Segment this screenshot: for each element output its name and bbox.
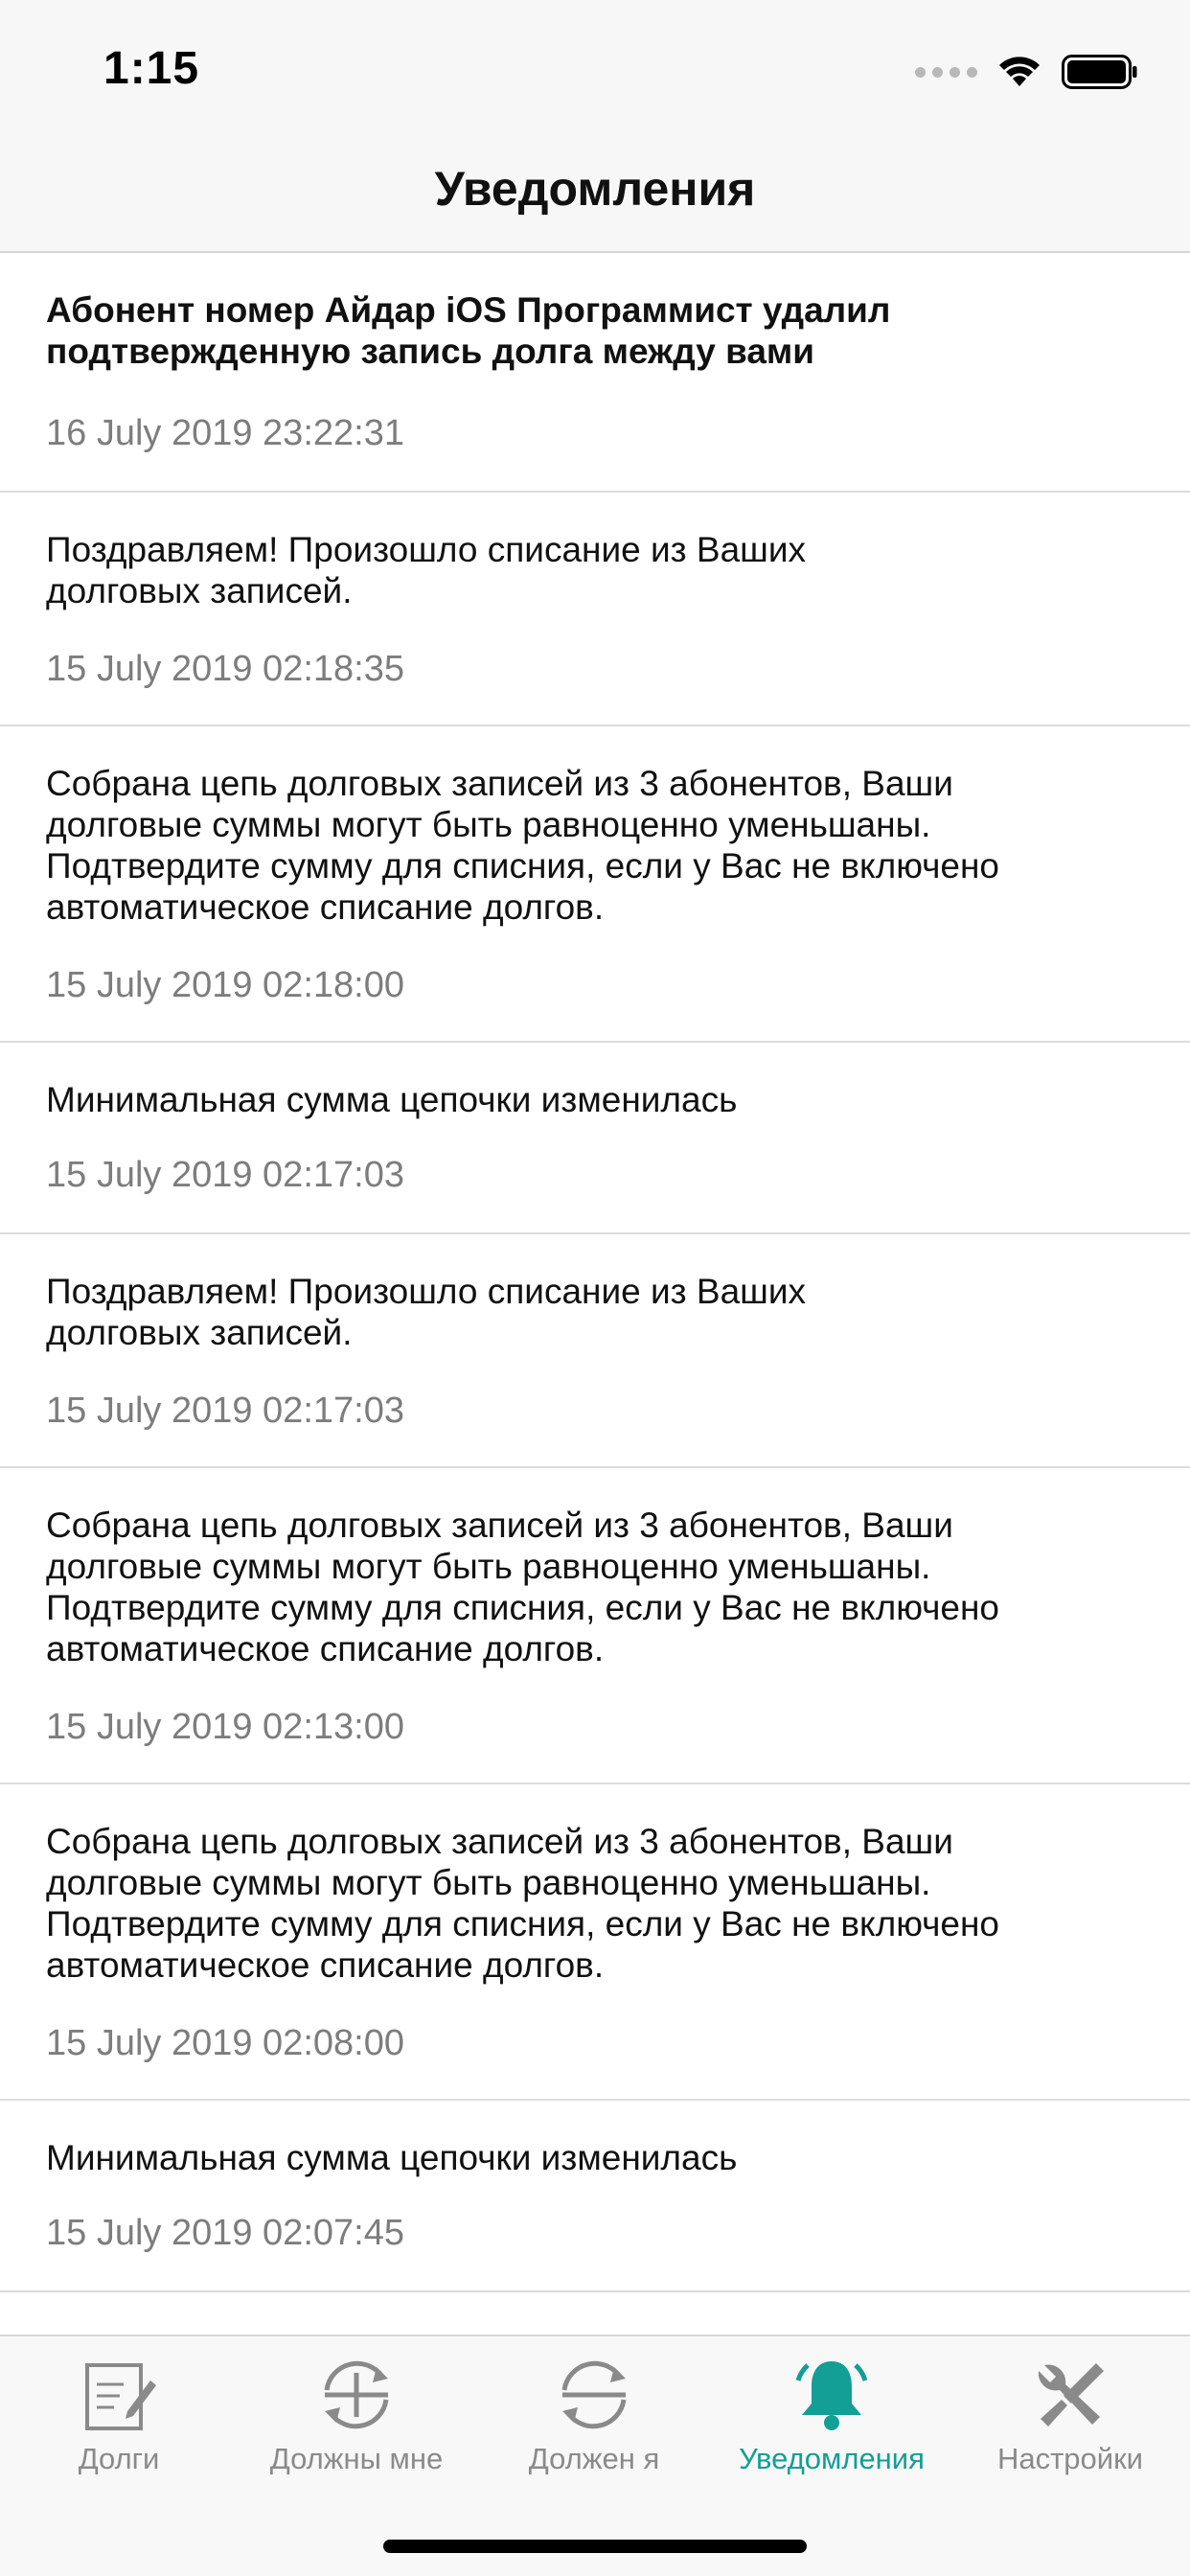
- top-bar: 1:15 Уведомления: [0, 0, 1190, 253]
- battery-icon: [1062, 55, 1137, 89]
- plus-refresh-icon: [324, 2360, 389, 2429]
- notification-list[interactable]: Абонент номер Айдар iOS Программист удал…: [0, 253, 1190, 2292]
- notification-text: Поздравляем! Произошло списание из Ваших…: [46, 530, 807, 610]
- tab-settings[interactable]: Настройки: [950, 2336, 1190, 2490]
- notification-text: Собрана цепь долговых записей из 3 абоне…: [46, 764, 1000, 927]
- tab-label: Настройки: [996, 2442, 1143, 2475]
- notification-date: 15 July 2019 02:07:45: [46, 2213, 404, 2253]
- status-icons: [915, 50, 1138, 94]
- notification-item[interactable]: Собрана цепь долговых записей из 3 абоне…: [0, 726, 1190, 1043]
- notification-item[interactable]: Минимальная сумма цепочки изменилась 15 J…: [0, 2101, 1190, 2292]
- minus-refresh-icon: [561, 2360, 627, 2429]
- notification-date: 15 July 2019 02:08:00: [46, 2023, 404, 2063]
- tab-bar: Долги Должны мне Должен я Уведомления На…: [0, 2334, 1190, 2576]
- notification-text: Поздравляем! Произошло списание из Ваших…: [46, 1272, 807, 1352]
- tab-debts[interactable]: Долги: [0, 2336, 238, 2490]
- document-edit-icon: [85, 2363, 156, 2430]
- notification-text: Минимальная сумма цепочки изменилась: [46, 1080, 738, 1119]
- notification-date: 15 July 2019 02:18:35: [46, 649, 404, 689]
- notification-text: Минимальная сумма цепочки изменилась: [46, 2138, 738, 2177]
- notification-text: Собрана цепь долговых записей из 3 абоне…: [46, 1506, 1000, 1668]
- cellular-signal-icon: [915, 66, 977, 78]
- notification-item[interactable]: Собрана цепь долговых записей из 3 абоне…: [0, 1468, 1190, 1784]
- wrench-screwdriver-icon: [1038, 2363, 1104, 2426]
- notification-item[interactable]: Минимальная сумма цепочки изменилась 15 J…: [0, 1043, 1190, 1234]
- tab-label: Уведомления: [739, 2442, 925, 2475]
- tab-label: Долги: [78, 2442, 160, 2475]
- notification-item[interactable]: Поздравляем! Произошло списание из Ваших…: [0, 493, 1190, 726]
- status-time: 1:15: [103, 43, 200, 94]
- page-title: Уведомления: [434, 162, 756, 216]
- notification-item[interactable]: Поздравляем! Произошло списание из Ваших…: [0, 1234, 1190, 1468]
- tab-i-owe[interactable]: Должен я: [475, 2336, 713, 2490]
- tab-notifications[interactable]: Уведомления: [713, 2336, 950, 2490]
- notification-date: 15 July 2019 02:17:03: [46, 1391, 404, 1431]
- notification-item[interactable]: Собрана цепь долговых записей из 3 абоне…: [0, 1784, 1190, 2101]
- home-indicator: [383, 2540, 807, 2553]
- notification-text: Абонент номер Айдар iOS Программист удал…: [46, 290, 891, 371]
- notification-date: 15 July 2019 02:17:03: [46, 1155, 404, 1195]
- notification-item[interactable]: Абонент номер Айдар iOS Программист удал…: [0, 253, 1190, 493]
- wifi-icon: [999, 57, 1040, 86]
- notification-date: 15 July 2019 02:13:00: [46, 1707, 404, 1747]
- notification-date: 15 July 2019 02:18:00: [46, 965, 404, 1005]
- notification-date: 16 July 2019 23:22:31: [46, 413, 404, 453]
- tab-owed-to-me[interactable]: Должны мне: [238, 2336, 475, 2490]
- tab-label: Должен я: [528, 2442, 660, 2475]
- tab-label: Должны мне: [269, 2442, 444, 2475]
- notification-text: Собрана цепь долговых записей из 3 абоне…: [46, 1822, 1000, 1985]
- bell-icon: [795, 2361, 868, 2430]
